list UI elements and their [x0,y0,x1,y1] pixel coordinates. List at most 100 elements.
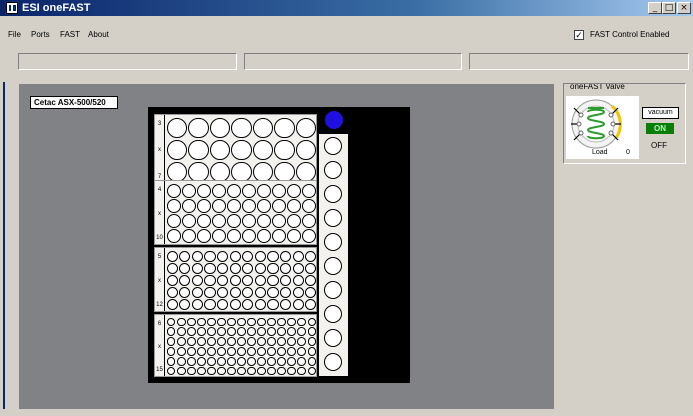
minimize-button[interactable]: _ [648,2,662,14]
sample-vial[interactable] [302,214,316,229]
sample-vial[interactable] [231,139,252,161]
sample-vial[interactable] [186,317,196,327]
sample-vial[interactable] [242,229,257,244]
sample-vial[interactable] [257,327,267,337]
sample-vial[interactable] [305,262,316,274]
sample-vial[interactable] [257,317,267,327]
sample-vial[interactable] [188,139,209,161]
sample-vial[interactable] [196,366,206,376]
sample-vial[interactable] [272,198,287,213]
sample-vial[interactable] [186,366,196,376]
sample-vial[interactable] [307,366,316,376]
sample-vial[interactable] [176,327,186,337]
sample-vial[interactable] [176,366,186,376]
sample-vial[interactable] [297,317,307,327]
sample-vial[interactable] [191,274,204,287]
sample-vial[interactable] [191,299,204,311]
sample-vial[interactable] [277,356,287,366]
sample-vial[interactable] [186,356,196,366]
sample-vial[interactable] [279,299,292,311]
sample-vial[interactable] [229,287,241,299]
sample-vial[interactable] [229,250,241,262]
sample-vial[interactable] [209,139,231,161]
sample-vial[interactable] [176,317,186,327]
sample-vial[interactable] [267,287,279,299]
sample-vial[interactable] [206,327,216,337]
vacuum-button[interactable]: vacuum [642,107,679,119]
sample-vial[interactable] [217,274,229,287]
sample-vial[interactable] [176,337,186,346]
sample-vial[interactable] [166,337,176,346]
sample-vial[interactable] [295,139,316,161]
sample-vial[interactable] [267,317,277,327]
sample-vial[interactable] [242,198,257,213]
sample-vial[interactable] [204,299,216,311]
sample-vial[interactable] [206,337,216,346]
sample-vial[interactable] [237,366,246,376]
sample-vial[interactable] [191,287,204,299]
checkbox-box[interactable]: ✓ [574,30,584,40]
sample-vial[interactable] [166,183,181,198]
sample-vial[interactable] [217,262,229,274]
sample-vial[interactable] [254,262,266,274]
sample-vial[interactable] [257,214,272,229]
close-button[interactable]: × [677,2,691,14]
sample-vial[interactable] [226,229,241,244]
sample-vial[interactable] [302,198,316,213]
sample-vial[interactable] [254,287,266,299]
menu-ports[interactable]: Ports [31,30,50,39]
sample-vial[interactable] [211,198,226,213]
sample-vial[interactable] [179,262,191,274]
sample-vial[interactable] [307,347,316,356]
sample-vial[interactable] [242,183,257,198]
sample-vial[interactable] [292,299,304,311]
sample-vial[interactable] [166,274,178,287]
sample-vial[interactable] [305,299,316,311]
sample-vial[interactable] [307,317,316,327]
sample-vial[interactable] [227,347,236,356]
title-bar[interactable]: ESI oneFAST _ □ × [0,0,693,16]
sample-vial[interactable] [181,183,196,198]
vacuum-on-indicator[interactable]: ON [646,123,674,134]
sample-vial[interactable] [242,287,254,299]
sample-vial[interactable] [237,317,246,327]
sample-vial[interactable] [297,366,307,376]
sample-vial[interactable] [277,327,287,337]
sample-vial[interactable] [176,356,186,366]
sample-vial[interactable] [191,250,204,262]
sample-vial[interactable] [257,337,267,346]
sample-vial[interactable] [204,250,216,262]
rinse-vial[interactable] [324,281,342,299]
sample-vial[interactable] [252,139,274,161]
sample-vial[interactable] [216,356,226,366]
sample-vial[interactable] [217,250,229,262]
rinse-vial[interactable] [324,209,342,227]
sample-vial[interactable] [305,274,316,287]
sample-vial[interactable] [216,317,226,327]
sample-vial[interactable] [267,274,279,287]
sample-vial[interactable] [166,229,181,244]
vacuum-off-indicator[interactable]: OFF [651,141,667,150]
sample-vial[interactable] [216,366,226,376]
sample-vial[interactable] [181,198,196,213]
sample-vial[interactable] [166,139,188,161]
sample-vial[interactable] [217,299,229,311]
sample-vial[interactable] [257,356,267,366]
rinse-vial[interactable] [324,161,342,179]
sample-vial[interactable] [211,214,226,229]
sample-vial[interactable] [242,274,254,287]
sample-vial[interactable] [274,117,295,139]
sample-vial[interactable] [188,117,209,139]
sample-vial[interactable] [204,287,216,299]
sample-vial[interactable] [242,214,257,229]
sample-vial[interactable] [279,274,292,287]
sample-vial[interactable] [229,274,241,287]
sample-vial[interactable] [305,250,316,262]
sample-vial[interactable] [229,262,241,274]
sample-vial[interactable] [287,317,297,327]
menu-fast[interactable]: FAST [60,30,80,39]
sample-vial[interactable] [179,250,191,262]
sample-vial[interactable] [196,347,206,356]
sample-vial[interactable] [247,317,256,327]
sample-vial[interactable] [307,356,316,366]
